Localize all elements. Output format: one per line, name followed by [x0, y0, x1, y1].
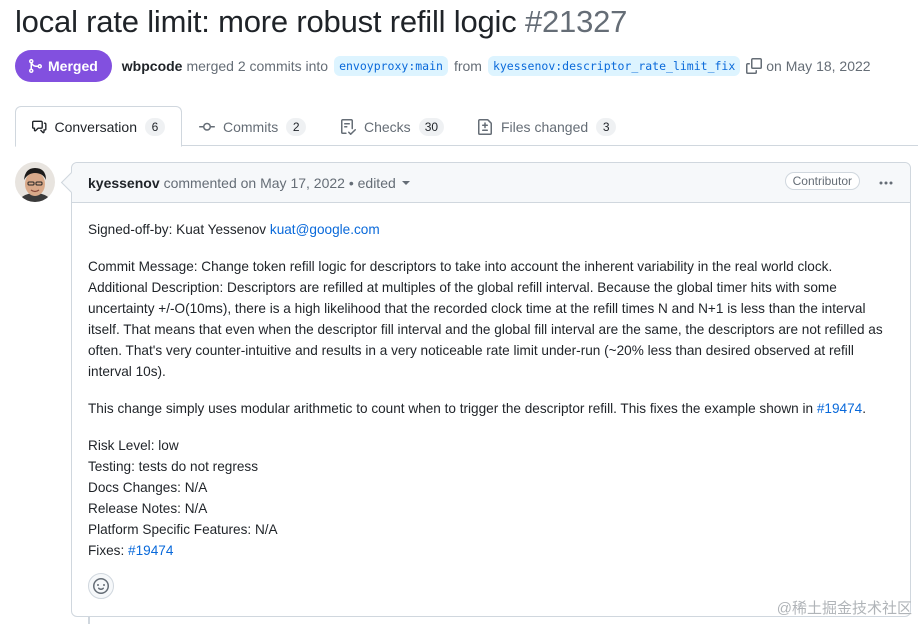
email-link[interactable]: kuat@google.com: [270, 222, 380, 237]
tab-checks-count: 30: [418, 117, 445, 136]
fixes-issue-link[interactable]: #19474: [128, 543, 173, 558]
pr-title: local rate limit: more robust refill log…: [15, 4, 627, 40]
contributor-badge: Contributor: [784, 172, 860, 190]
commenter-login[interactable]: kyessenov: [88, 175, 160, 191]
release-notes: Release Notes: N/A: [88, 501, 208, 516]
base-branch[interactable]: envoyproxy:main: [334, 56, 448, 76]
checklist-icon: [341, 118, 356, 135]
avatar[interactable]: [15, 162, 55, 202]
smiley-icon[interactable]: [88, 573, 114, 599]
platform-features: Platform Specific Features: N/A: [88, 522, 278, 537]
tab-files-changed[interactable]: Files changed 3: [461, 106, 632, 147]
additional-description: Additional Description: Descriptors are …: [88, 280, 883, 379]
tab-conversation-label: Conversation: [54, 118, 138, 135]
fixes-text: Fixes:: [88, 543, 129, 558]
comment-box: kyessenov commented on May 17, 2022 • ed…: [71, 162, 911, 617]
tab-commits-label: Commits: [223, 118, 279, 135]
change-end: .: [862, 401, 867, 416]
git-merge-icon: [29, 59, 43, 73]
tab-conversation-count: 6: [145, 117, 165, 136]
comment-body: Signed-off-by: Kuat Yessenov kuat@google…: [72, 203, 910, 561]
merger-login[interactable]: wbpcode: [122, 58, 183, 74]
pr-number: #21327: [524, 4, 628, 39]
copy-icon[interactable]: [746, 58, 763, 74]
pr-tabs: Conversation 6 Commits 2 Checks 30 Files…: [15, 106, 918, 147]
risk-level: Risk Level: low: [88, 438, 179, 453]
docs-changes: Docs Changes: N/A: [88, 480, 208, 495]
fixes-line: Fixes: #19474: [88, 540, 894, 561]
file-diff-icon: [478, 118, 492, 135]
tab-conversation[interactable]: Conversation 6: [15, 106, 182, 147]
git-commit-icon: [199, 122, 215, 131]
pr-title-text: local rate limit: more robust refill log…: [15, 4, 517, 39]
merged-state-badge: Merged: [15, 50, 112, 82]
tab-checks[interactable]: Checks 30: [324, 106, 460, 147]
tab-checks-label: Checks: [364, 118, 411, 135]
commit-message: Commit Message: Change token refill logi…: [88, 259, 833, 274]
watermark: @稀土掘金技术社区: [776, 600, 912, 617]
merged-text: merged 2 commits into: [186, 58, 329, 74]
head-branch[interactable]: kyessenov:descriptor_rate_limit_fix: [487, 56, 741, 76]
issue-link[interactable]: #19474: [817, 401, 862, 416]
comment-header: kyessenov commented on May 17, 2022 • ed…: [72, 163, 910, 203]
signed-off-line: Signed-off-by: Kuat Yessenov kuat@google…: [88, 219, 894, 240]
chevron-down-icon[interactable]: [401, 180, 410, 185]
merged-state-label: Merged: [48, 58, 98, 74]
kebab-horizontal-icon[interactable]: [876, 173, 896, 193]
change-text: This change simply uses modular arithmet…: [88, 401, 817, 416]
tab-files-changed-count: 3: [596, 117, 617, 136]
tab-commits[interactable]: Commits 2: [183, 106, 322, 147]
timeline-line: [88, 616, 90, 624]
comment-discussion-icon: [32, 120, 47, 133]
change-paragraph: This change simply uses modular arithmet…: [88, 398, 894, 419]
testing: Testing: tests do not regress: [88, 459, 259, 474]
tab-commits-count: 2: [286, 117, 307, 136]
comment-action: commented on May 17, 2022 • edited: [163, 174, 396, 191]
pr-meta: Merged wbpcode merged 2 commits into env…: [15, 50, 871, 82]
signed-off-text: Signed-off-by: Kuat Yessenov: [88, 222, 270, 237]
tab-files-changed-label: Files changed: [501, 118, 589, 135]
from-text: from: [453, 58, 482, 74]
merge-date: on May 18, 2022: [766, 58, 871, 74]
